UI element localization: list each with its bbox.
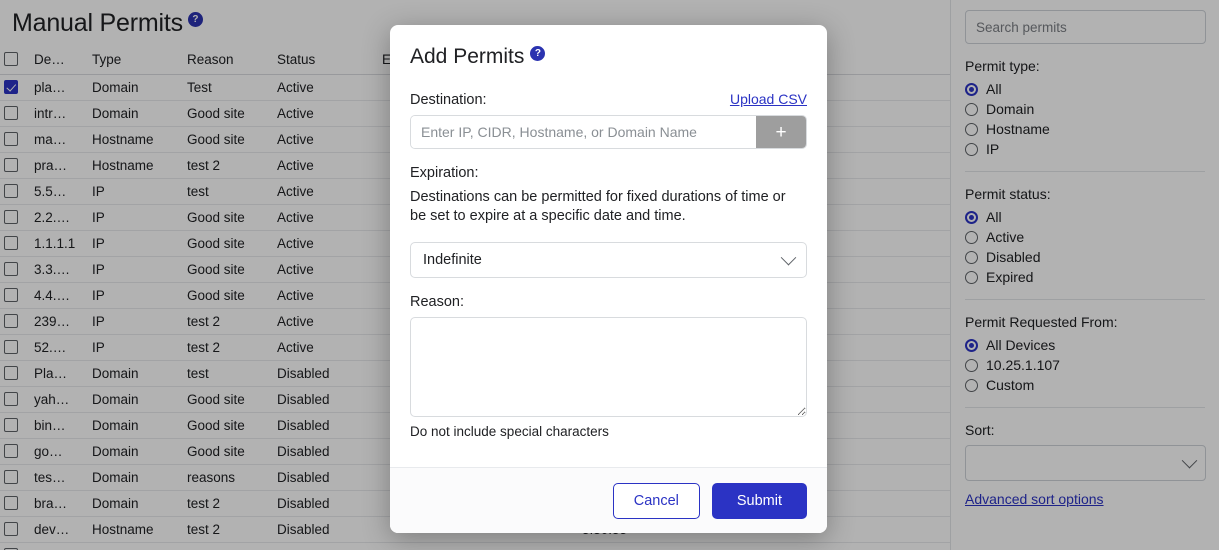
reason-label: Reason: xyxy=(410,294,465,310)
cancel-button[interactable]: Cancel xyxy=(612,482,700,519)
reason-textarea[interactable] xyxy=(410,317,807,417)
expiration-description: Destinations can be permitted for fixed … xyxy=(410,189,786,224)
dialog-title: Add Permits? xyxy=(410,45,807,69)
dialog-body: Add Permits? Destination: Upload CSV + E… xyxy=(390,25,827,467)
add-destination-button[interactable]: + xyxy=(756,116,806,148)
add-permits-dialog: Add Permits? Destination: Upload CSV + E… xyxy=(390,25,827,533)
destination-input-group: + xyxy=(410,115,807,149)
expiration-selected-value: Indefinite xyxy=(423,252,482,268)
dialog-title-text: Add Permits xyxy=(410,45,525,68)
chevron-down-icon xyxy=(780,249,797,265)
destination-input[interactable] xyxy=(411,116,756,148)
expiration-select[interactable]: Indefinite xyxy=(410,242,807,278)
reason-hint: Do not include special characters xyxy=(410,424,609,439)
destination-row: Destination: Upload CSV xyxy=(410,91,807,108)
submit-button[interactable]: Submit xyxy=(711,482,807,519)
dialog-footer: Cancel Submit xyxy=(390,467,827,533)
destination-label: Destination: xyxy=(410,92,487,108)
upload-csv-link[interactable]: Upload CSV xyxy=(730,91,807,107)
help-icon[interactable]: ? xyxy=(530,46,546,61)
expiration-label: Expiration: xyxy=(410,165,479,181)
app-root: Manual Permits? De… Type Reason Status p… xyxy=(0,0,1219,550)
